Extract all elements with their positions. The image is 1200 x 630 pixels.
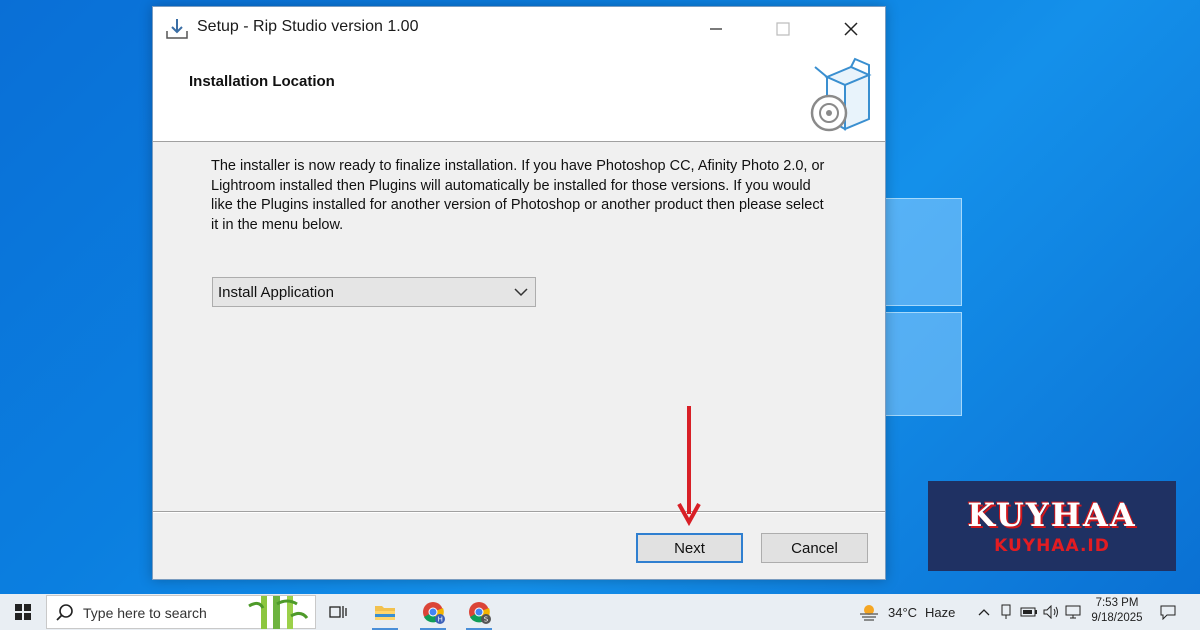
chevron-down-icon bbox=[514, 288, 528, 297]
dropdown-selected-value: Install Application bbox=[218, 284, 334, 301]
chrome-profile-h-icon: H bbox=[423, 602, 445, 624]
battery-tray-button[interactable] bbox=[1018, 594, 1040, 630]
svg-text:S: S bbox=[484, 616, 489, 624]
chrome-h-taskbar-button[interactable]: H bbox=[414, 594, 452, 630]
taskbar: Type here to search H S 34°C Haze 7:53 P… bbox=[0, 594, 1200, 630]
desktop-windows-logo bbox=[880, 190, 970, 425]
file-explorer-icon bbox=[375, 606, 395, 620]
page-title: Installation Location bbox=[189, 73, 335, 90]
task-view-icon bbox=[329, 606, 347, 618]
minimize-button[interactable] bbox=[698, 15, 734, 43]
window-title: Setup - Rip Studio version 1.00 bbox=[197, 18, 419, 35]
footer-divider bbox=[153, 511, 885, 513]
close-icon bbox=[844, 22, 858, 36]
notifications-button[interactable] bbox=[1154, 594, 1182, 630]
chevron-up-icon bbox=[978, 609, 990, 616]
system-clock[interactable]: 7:53 PM 9/18/2025 bbox=[1082, 596, 1152, 626]
installer-window: Setup - Rip Studio version 1.00 Installa… bbox=[152, 6, 886, 580]
red-arrow-icon bbox=[677, 406, 701, 526]
show-hidden-icons-button[interactable] bbox=[976, 594, 992, 630]
watermark-subtitle: KUYHAA.ID bbox=[994, 536, 1110, 556]
notification-icon bbox=[1160, 605, 1176, 620]
close-button[interactable] bbox=[833, 15, 869, 43]
cancel-button[interactable]: Cancel bbox=[761, 533, 868, 563]
clock-date: 9/18/2025 bbox=[1091, 612, 1143, 624]
minimize-icon bbox=[710, 28, 722, 30]
speaker-icon bbox=[1043, 605, 1058, 619]
chrome-profile-s-icon: S bbox=[469, 602, 491, 624]
battery-icon bbox=[1020, 607, 1037, 617]
usb-device-tray-button[interactable] bbox=[996, 594, 1016, 630]
start-button[interactable] bbox=[0, 594, 46, 630]
weather-widget[interactable]: 34°C Haze bbox=[858, 594, 962, 630]
maximize-button[interactable] bbox=[765, 15, 801, 43]
usb-device-icon bbox=[1001, 604, 1011, 619]
weather-temp: 34°C bbox=[888, 604, 918, 620]
clock-time: 7:53 PM bbox=[1095, 597, 1139, 609]
chrome-s-taskbar-button[interactable]: S bbox=[460, 594, 498, 630]
wizard-header: Installation Location bbox=[153, 51, 885, 142]
network-icon bbox=[1065, 605, 1081, 619]
next-button[interactable]: Next bbox=[636, 533, 743, 563]
watermark-logo: KUYHAA KUYHAA.ID bbox=[928, 481, 1176, 571]
maximize-icon bbox=[776, 22, 790, 36]
bamboo-search-highlight-icon bbox=[248, 596, 309, 629]
haze-weather-icon bbox=[860, 605, 878, 621]
windows-start-icon bbox=[15, 604, 31, 620]
svg-text:H: H bbox=[438, 616, 443, 624]
file-explorer-taskbar-button[interactable] bbox=[366, 594, 404, 630]
task-view-button[interactable] bbox=[322, 594, 354, 630]
download-install-icon bbox=[166, 19, 188, 39]
network-tray-button[interactable] bbox=[1062, 594, 1084, 630]
install-target-dropdown[interactable]: Install Application bbox=[212, 277, 536, 307]
title-bar[interactable]: Setup - Rip Studio version 1.00 bbox=[153, 7, 885, 51]
taskbar-search-box[interactable]: Type here to search bbox=[46, 595, 316, 629]
weather-condition: Haze bbox=[925, 604, 956, 620]
search-placeholder: Type here to search bbox=[83, 605, 207, 621]
search-icon bbox=[56, 604, 73, 621]
software-box-disc-icon bbox=[810, 57, 872, 132]
volume-tray-button[interactable] bbox=[1040, 594, 1062, 630]
instructions-text: The installer is now ready to finalize i… bbox=[211, 158, 825, 233]
watermark-title: KUYHAA bbox=[967, 496, 1137, 534]
